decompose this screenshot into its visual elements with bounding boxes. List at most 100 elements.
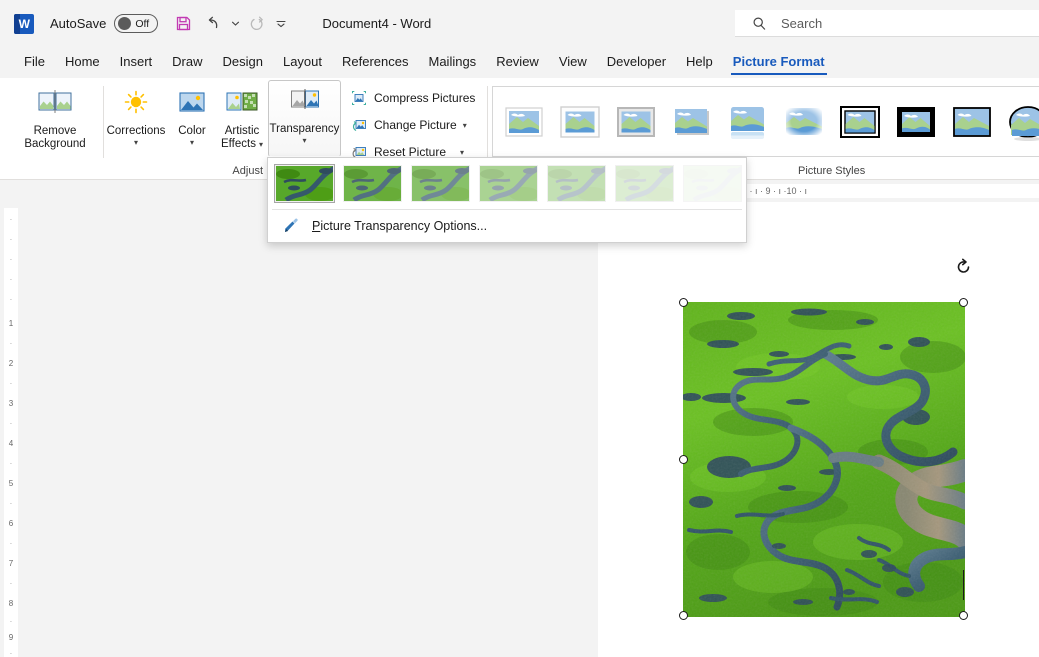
chevron-down-icon[interactable]: ▾ [302, 137, 306, 144]
transparency-preset-65[interactable] [547, 165, 606, 202]
resize-handle-top-left[interactable] [679, 298, 688, 307]
vertical-ruler-track: 1 2 3 4 5 6 7 8 9 10 · · · · · · · · · ·… [4, 208, 18, 657]
left-gray-pane [22, 202, 598, 657]
vruler-tick-2: 2 [4, 360, 18, 368]
picture-style-reflected-rounded-rectangle[interactable] [724, 97, 772, 147]
color-button[interactable]: Color ▾ [170, 82, 214, 147]
compress-pictures-label: Compress Pictures [374, 91, 475, 105]
picture-style-thick-matte-black[interactable] [892, 97, 940, 147]
search-box[interactable]: Search [735, 10, 1039, 37]
tab-view[interactable]: View [549, 50, 597, 75]
transparency-button[interactable]: Transparency ▾ [268, 80, 341, 157]
quick-access-toolbar [170, 11, 288, 37]
customize-qat-icon[interactable] [274, 11, 288, 37]
options-label-rest: icture Transparency Options... [320, 219, 487, 233]
vruler-tick-9: 9 [4, 634, 18, 642]
compress-pictures-button[interactable]: Compress Pictures [347, 87, 479, 109]
chevron-down-icon[interactable]: ▾ [460, 148, 464, 157]
tab-mailings[interactable]: Mailings [419, 50, 487, 75]
undo-icon[interactable] [199, 11, 225, 37]
picture-style-simple-frame-black[interactable] [948, 97, 996, 147]
word-window: W AutoSave Off [0, 0, 1039, 657]
search-placeholder: Search [781, 16, 822, 31]
picture-style-simple-frame-white[interactable] [500, 97, 548, 147]
change-picture-button[interactable]: Change Picture ▾ [347, 114, 471, 136]
tab-layout[interactable]: Layout [273, 50, 332, 75]
vruler-minor: · [4, 296, 18, 304]
chevron-down-icon[interactable]: ▾ [134, 139, 138, 146]
picture-selection[interactable] [683, 302, 965, 617]
resize-handle-bottom-left[interactable] [679, 611, 688, 620]
vruler-minor: · [4, 276, 18, 284]
picture-styles-gallery[interactable] [492, 86, 1039, 157]
tab-developer[interactable]: Developer [597, 50, 676, 75]
document-title: Document4 - Word [322, 16, 431, 31]
resize-handle-middle-left[interactable] [679, 455, 688, 464]
vertical-ruler[interactable]: L 1 2 3 4 5 6 7 8 9 10 · · · · · · · · ·… [0, 180, 22, 657]
transparency-preset-95[interactable] [683, 165, 742, 202]
transparency-dropdown[interactable]: Picture Transparency Options... [267, 157, 747, 243]
tab-review[interactable]: Review [486, 50, 549, 75]
transparency-preset-15[interactable] [343, 165, 402, 202]
vruler-minor: · [4, 256, 18, 264]
picture-style-soft-edge-rectangle[interactable] [780, 97, 828, 147]
resize-handle-bottom-center[interactable] [959, 611, 968, 620]
vruler-minor: · [4, 420, 18, 428]
artistic-effects-icon [225, 89, 259, 119]
redo-icon[interactable] [245, 11, 271, 37]
aerial-wetlands-photo[interactable] [683, 302, 965, 617]
transparency-label: Transparency [270, 123, 340, 136]
tab-file[interactable]: File [14, 50, 55, 75]
vruler-minor: · [4, 618, 18, 626]
tab-help[interactable]: Help [676, 50, 723, 75]
tab-design[interactable]: Design [213, 50, 273, 75]
tab-references[interactable]: References [332, 50, 418, 75]
undo-chevron-down-icon[interactable] [228, 11, 242, 37]
vruler-minor: · [4, 216, 18, 224]
rotate-handle[interactable] [953, 256, 975, 278]
transparency-preset-50[interactable] [479, 165, 538, 202]
autosave-state-label: Off [135, 18, 149, 30]
artistic-effects-button[interactable]: Artistic Effects▾ [216, 82, 268, 152]
picture-transparency-options-item[interactable]: Picture Transparency Options... [268, 213, 746, 239]
picture-style-beveled-matte-white[interactable] [556, 97, 604, 147]
picture-style-double-frame-black[interactable] [836, 97, 884, 147]
corrections-button[interactable]: Corrections ▾ [106, 82, 166, 147]
tab-picture-format[interactable]: Picture Format [723, 50, 835, 75]
picture-style-rotated-white[interactable] [1004, 97, 1039, 147]
tab-draw[interactable]: Draw [162, 50, 212, 75]
save-icon[interactable] [170, 11, 196, 37]
picture-style-drop-shadow-rectangle[interactable] [668, 97, 716, 147]
corrections-sun-icon [120, 89, 152, 119]
dropdown-divider [272, 209, 742, 210]
resize-handle-top-center[interactable] [959, 298, 968, 307]
autosave-toggle-knob [118, 17, 131, 30]
chevron-down-icon[interactable]: ▾ [190, 139, 194, 146]
transparency-preset-0[interactable] [275, 165, 334, 202]
change-picture-label: Change Picture [374, 118, 457, 132]
vruler-minor: · [4, 236, 18, 244]
transparency-preset-80[interactable] [615, 165, 674, 202]
corrections-label: Corrections [107, 125, 166, 138]
group-divider [103, 86, 104, 158]
vruler-minor: · [4, 500, 18, 508]
transparency-preset-30[interactable] [411, 165, 470, 202]
vruler-minor: · [4, 580, 18, 588]
autosave-label: AutoSave [50, 16, 106, 31]
tab-insert[interactable]: Insert [110, 50, 163, 75]
tab-home[interactable]: Home [55, 50, 110, 75]
change-picture-icon [351, 117, 367, 133]
color-picture-icon [176, 89, 208, 119]
vruler-tick-8: 8 [4, 600, 18, 608]
search-icon [752, 16, 767, 31]
chevron-down-icon[interactable]: ▾ [463, 121, 467, 130]
transparency-preset-row [268, 158, 746, 202]
autosave-toggle[interactable]: Off [114, 14, 158, 33]
transparency-icon [289, 87, 321, 117]
vruler-tick-6: 6 [4, 520, 18, 528]
remove-background-button[interactable]: Remove Background [14, 82, 96, 152]
vruler-tick-7: 7 [4, 560, 18, 568]
picture-style-metal-frame[interactable] [612, 97, 660, 147]
artistic-effects-label: Artistic Effects▾ [221, 125, 263, 151]
rotate-handle-stem [963, 570, 964, 600]
